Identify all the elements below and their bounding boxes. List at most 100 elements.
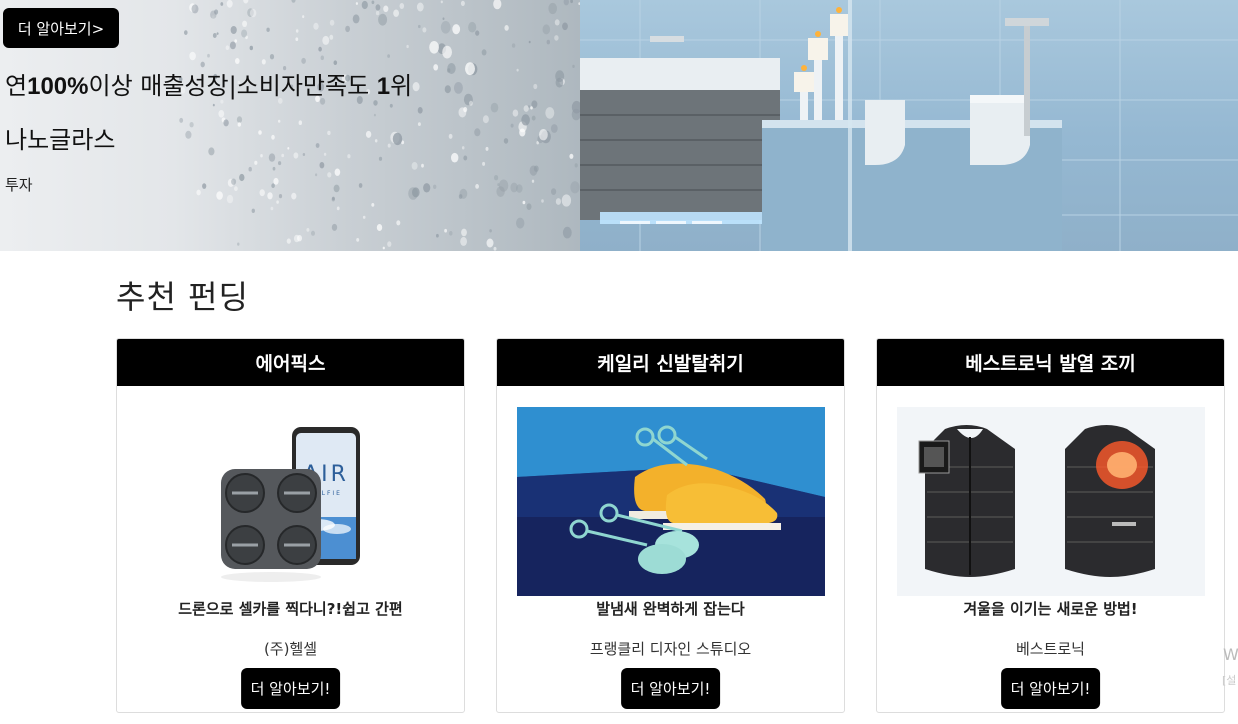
water-drop [546, 39, 550, 45]
water-drop [530, 106, 533, 110]
water-drop [442, 45, 452, 59]
water-drop [539, 129, 548, 141]
water-drop [242, 20, 248, 27]
water-drop [291, 192, 297, 200]
learn-more-button[interactable]: 더 알아보기! [620, 668, 721, 709]
water-drop [562, 226, 572, 239]
funding-card-bestronic[interactable]: 베스트로닉 발열 조끼 겨울을 이기는 새로운 방법! 베스트로닉 더 알아보기… [876, 338, 1225, 713]
water-drop [313, 22, 319, 30]
water-drop [272, 166, 276, 171]
water-drop [196, 189, 201, 196]
water-drop [444, 228, 447, 233]
water-drop [311, 230, 315, 236]
water-drop [521, 114, 530, 126]
slide-indicator[interactable] [620, 221, 722, 224]
water-drop [230, 26, 237, 34]
funding-card-kayly[interactable]: 케일리 신발탈취기 발냄새 완벽하게 잡는다 프랭클리 디자인 스튜디오 더 알… [496, 338, 845, 713]
water-drop [287, 147, 290, 150]
water-drop [298, 120, 302, 125]
slide-dot-1[interactable] [620, 221, 650, 224]
water-drop [442, 17, 445, 21]
water-drop [362, 215, 366, 219]
water-drop [225, 45, 230, 50]
water-drop [229, 41, 236, 50]
water-drop [493, 246, 497, 251]
edge-watermark-sub: [설 [1222, 674, 1237, 687]
water-drop [504, 25, 509, 31]
water-drop [516, 217, 525, 229]
water-drop [226, 194, 234, 204]
water-drop [371, 0, 375, 5]
water-drop [468, 21, 477, 33]
water-drop [444, 85, 451, 94]
learn-more-button[interactable]: 더 알아보기! [240, 668, 341, 709]
water-drop [319, 162, 325, 169]
water-drop [361, 0, 368, 10]
card-title: 에어픽스 [117, 339, 464, 386]
water-drop [226, 0, 233, 8]
funding-card-airpix[interactable]: 에어픽스 AIR SELFIE 드론으로 셀카를 찍다니?!쉽고 간편 (주)헬… [116, 338, 465, 713]
water-drop [555, 198, 562, 205]
water-drop [208, 147, 215, 156]
water-drop [378, 13, 388, 26]
card-company: 베스트로닉 [1015, 640, 1085, 658]
water-drop [179, 117, 184, 123]
water-drop [236, 116, 243, 123]
water-drop [322, 35, 330, 45]
water-drop [561, 194, 572, 207]
water-drop [320, 55, 324, 61]
water-drop [189, 51, 196, 61]
water-drop [239, 173, 245, 182]
water-drop [373, 113, 376, 117]
water-drop [333, 60, 338, 65]
water-drop [251, 208, 255, 213]
water-drop [429, 41, 439, 54]
water-drop [220, 2, 224, 6]
water-drop [356, 238, 360, 242]
water-drop [412, 187, 420, 198]
hero-brand-name: 나노글라스 [5, 126, 116, 154]
water-drop [237, 122, 241, 127]
water-drop [474, 128, 481, 137]
water-drop [334, 168, 341, 176]
water-drop [510, 182, 518, 193]
water-drop [212, 103, 215, 107]
water-drop [563, 0, 569, 6]
water-drop [271, 134, 275, 140]
water-drop [271, 183, 275, 188]
water-drop [258, 130, 262, 135]
water-drop [278, 161, 282, 166]
water-drop [295, 29, 299, 33]
water-drop [490, 102, 499, 113]
hero-banner[interactable]: 더 알아보기> 연100%이상 매출성장|소비자만족도 1위 나노글라스 투자 [0, 0, 1238, 251]
water-drop [493, 0, 502, 10]
water-drop [286, 238, 291, 244]
card-title: 케일리 신발탈취기 [497, 339, 844, 386]
hero-category: 투자 [5, 176, 33, 194]
water-drop [318, 46, 322, 52]
product-image-heated-vest[interactable] [897, 407, 1205, 596]
slide-dot-2[interactable] [656, 221, 686, 224]
water-drop [202, 183, 207, 189]
water-drop [191, 4, 199, 14]
water-drop [550, 124, 558, 133]
product-image-drone[interactable]: AIR SELFIE [137, 407, 445, 596]
water-drop [542, 24, 551, 35]
water-drop [451, 152, 459, 163]
water-drop [416, 2, 424, 12]
water-drop [418, 24, 421, 29]
water-drop [512, 109, 519, 117]
water-drop [463, 155, 468, 161]
water-drop [469, 100, 473, 106]
slide-dot-3[interactable] [692, 221, 722, 224]
water-drop [331, 223, 338, 231]
water-drop [423, 183, 431, 193]
water-drop [461, 146, 465, 150]
hero-learn-more-button[interactable]: 더 알아보기> [3, 8, 119, 48]
learn-more-button[interactable]: 더 알아보기! [1000, 668, 1101, 709]
water-drop [562, 22, 568, 31]
water-drop [295, 37, 299, 41]
product-image-shoe-deodorizer[interactable] [517, 407, 825, 596]
water-drop [375, 10, 380, 16]
water-drop [234, 39, 237, 43]
